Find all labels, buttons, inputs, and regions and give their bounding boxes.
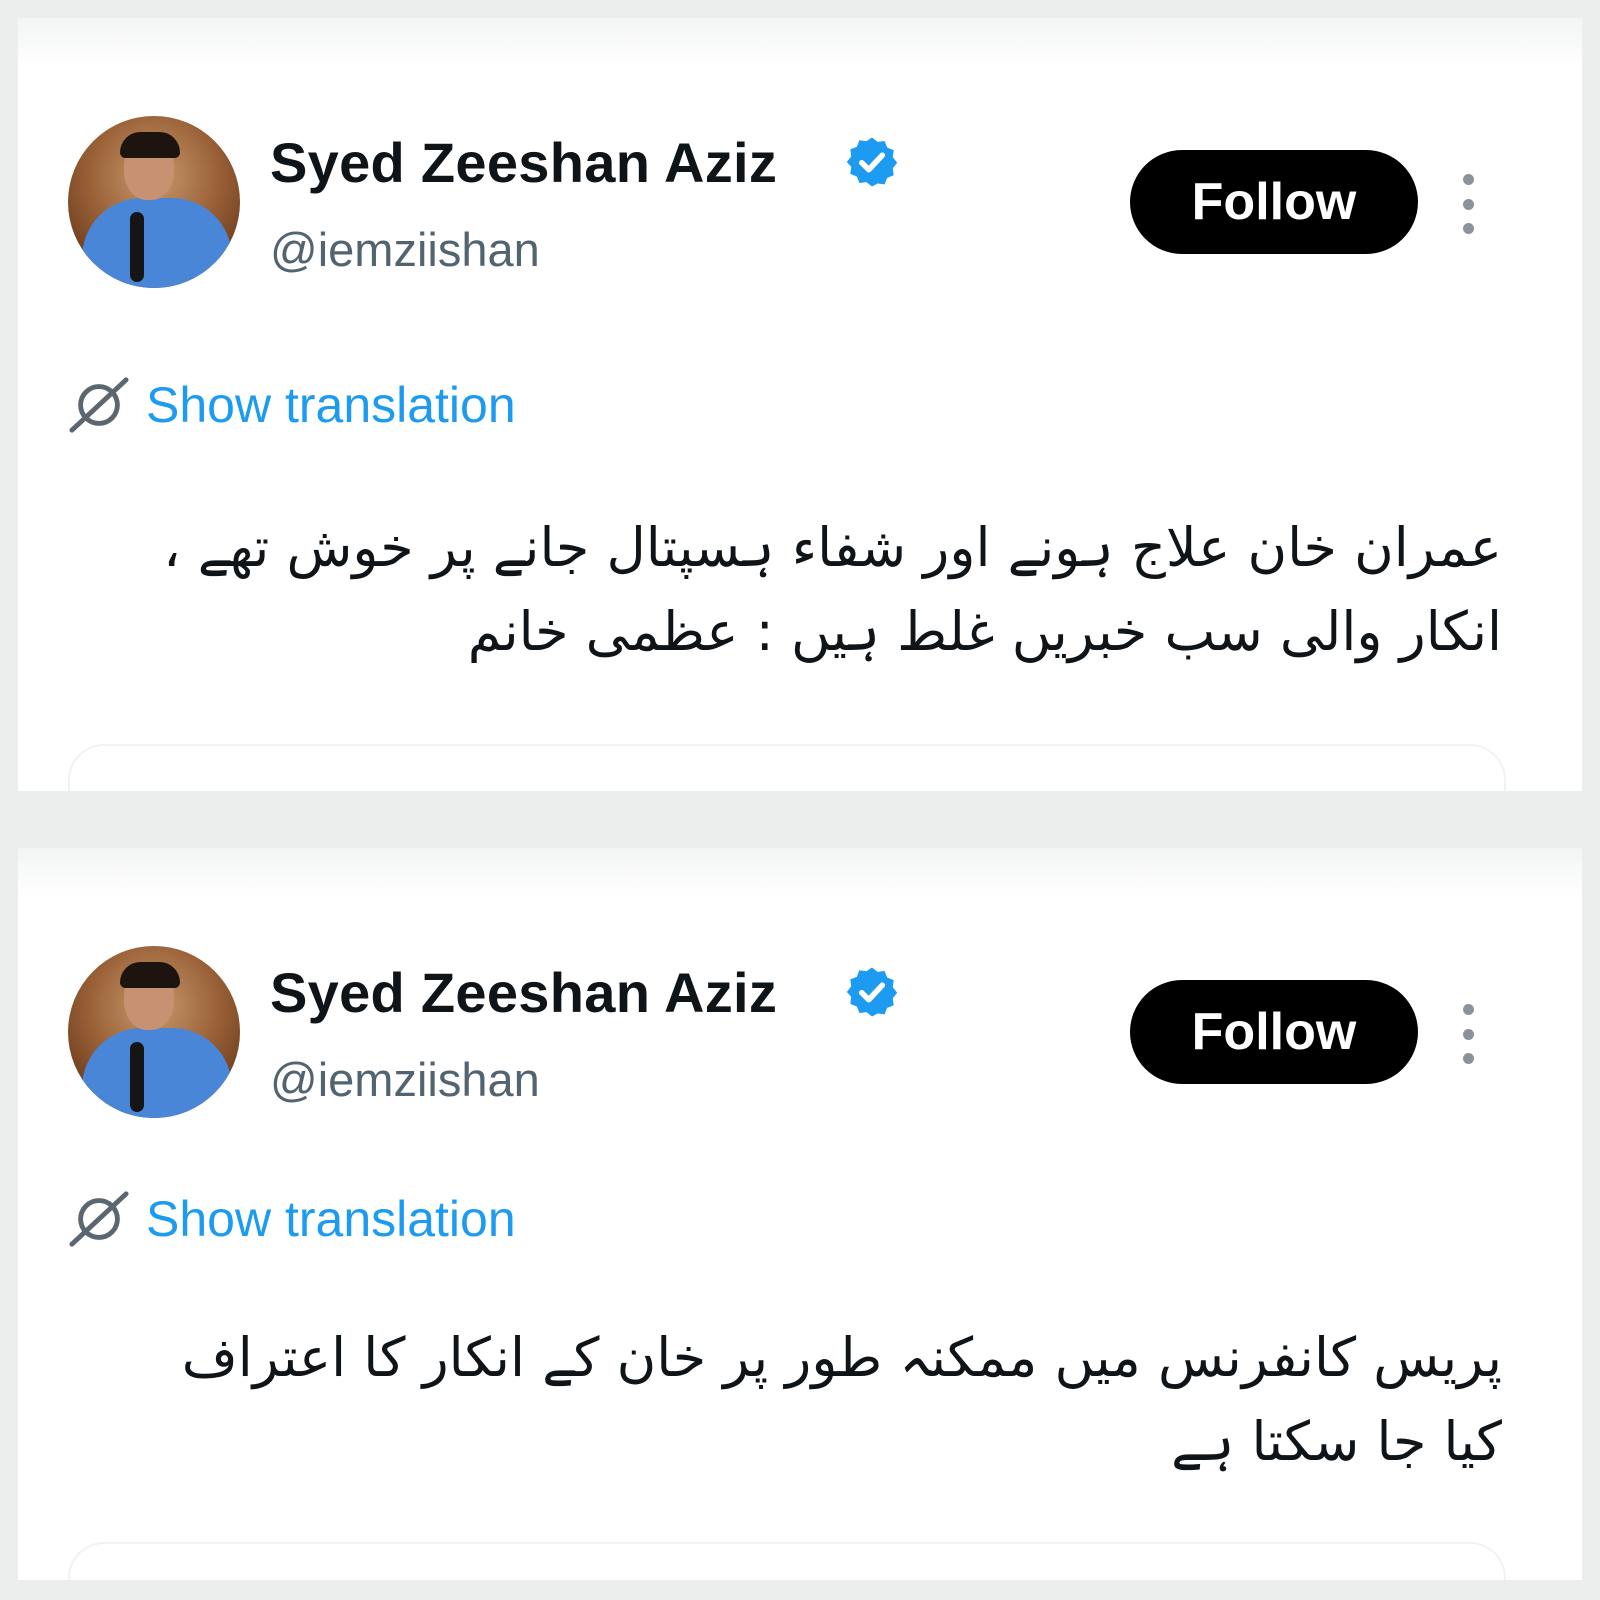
tweet-text: عمران خان علاج ہونے اور شفاء ہسپتال جانے… — [163, 516, 1502, 663]
author-name[interactable]: Syed Zeeshan Aziz — [270, 960, 777, 1025]
author-handle[interactable]: @iemziishan — [270, 222, 540, 277]
translate-globe-icon — [69, 1191, 129, 1247]
tweet-text: پریس کانفرنس میں ممکنہ طور پر خان کے انک… — [181, 1326, 1502, 1473]
more-options-icon[interactable] — [1454, 1004, 1482, 1064]
more-options-icon[interactable] — [1454, 174, 1482, 234]
show-translation-row[interactable]: Show translation — [68, 1184, 516, 1254]
author-name[interactable]: Syed Zeeshan Aziz — [270, 130, 777, 195]
translate-globe-icon — [69, 377, 129, 433]
verified-badge-icon — [846, 137, 898, 187]
media-card-edge — [68, 1542, 1506, 1580]
tweet-card: Syed Zeeshan Aziz @iemziishan Follow Sho… — [18, 18, 1582, 791]
avatar-microphone — [130, 1042, 144, 1112]
avatar-hair — [120, 962, 180, 988]
avatar[interactable] — [68, 116, 240, 288]
avatar[interactable] — [68, 946, 240, 1118]
tweet-card: Syed Zeeshan Aziz @iemziishan Follow Sho… — [18, 848, 1582, 1580]
card-top-shadow — [18, 18, 1582, 68]
follow-button[interactable]: Follow — [1130, 980, 1418, 1084]
avatar-microphone — [130, 212, 144, 282]
show-translation-row[interactable]: Show translation — [68, 370, 516, 440]
show-translation-link[interactable]: Show translation — [146, 376, 516, 434]
card-top-shadow — [18, 848, 1582, 898]
media-card-edge — [68, 744, 1506, 791]
avatar-shirt — [82, 198, 232, 288]
avatar-shirt — [82, 1028, 232, 1118]
avatar-hair — [120, 132, 180, 158]
follow-button[interactable]: Follow — [1130, 150, 1418, 254]
show-translation-link[interactable]: Show translation — [146, 1190, 516, 1248]
verified-badge-icon — [846, 967, 898, 1017]
author-handle[interactable]: @iemziishan — [270, 1052, 540, 1107]
